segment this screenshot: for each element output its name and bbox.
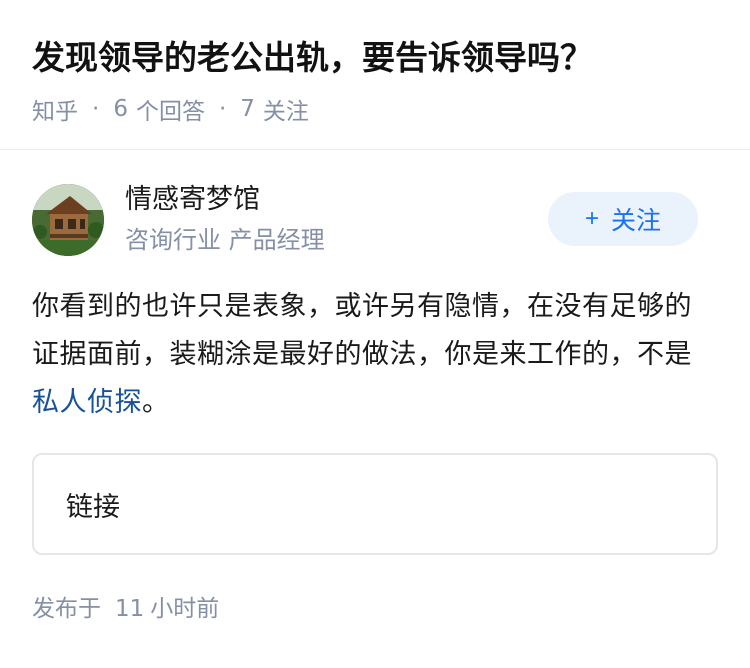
source-label[interactable]: 知乎 <box>32 92 78 126</box>
publish-unit: 小时前 <box>150 596 220 622</box>
follow-button-label: 关注 <box>611 207 662 235</box>
answer-count: 6 <box>113 96 128 122</box>
inline-link[interactable]: 私人侦探 <box>32 387 142 418</box>
answer-text-end: 。 <box>142 387 170 418</box>
answer-text: 你看到的也许只是表象，或许另有隐情，在没有足够的证据面前，装糊涂是最好的做法，你… <box>32 291 692 370</box>
meta-separator: · <box>218 96 227 122</box>
question-header: 发现领导的老公出轨，要告诉领导吗？ 知乎 · 6 个回答 · 7 关注 <box>0 0 750 125</box>
avatar[interactable] <box>32 184 104 256</box>
meta-separator: · <box>92 96 100 122</box>
follower-count-label[interactable]: 关注 <box>263 92 309 126</box>
publish-time: 发布于 11 小时前 <box>32 589 718 623</box>
follower-count: 7 <box>240 96 255 122</box>
answer-item: 情感寄梦馆 咨询行业 产品经理 + 关注 你看到的也许只是表象，或许另有隐情，在… <box>0 183 750 623</box>
author-row: 情感寄梦馆 咨询行业 产品经理 + 关注 <box>32 183 718 257</box>
answer-count-label[interactable]: 个回答 <box>136 92 205 126</box>
author-info: 情感寄梦馆 咨询行业 产品经理 <box>125 182 325 258</box>
plus-icon: + <box>584 205 599 232</box>
answer-content[interactable]: 你看到的也许只是表象，或许另有隐情，在没有足够的证据面前，装糊涂是最好的做法，你… <box>32 283 718 427</box>
question-meta: 知乎 · 6 个回答 · 7 关注 <box>32 92 718 126</box>
link-card-label: 链接 <box>66 491 120 523</box>
author-name[interactable]: 情感寄梦馆 <box>125 182 325 218</box>
section-divider <box>0 149 750 150</box>
follow-button[interactable]: + 关注 <box>548 192 698 246</box>
author-description: 咨询行业 产品经理 <box>125 226 325 254</box>
publish-hours: 11 <box>115 596 145 622</box>
link-card[interactable]: 链接 <box>32 453 718 555</box>
avatar-image-icon <box>32 184 104 256</box>
question-title[interactable]: 发现领导的老公出轨，要告诉领导吗？ <box>32 34 718 82</box>
publish-prefix: 发布于 <box>32 596 101 622</box>
